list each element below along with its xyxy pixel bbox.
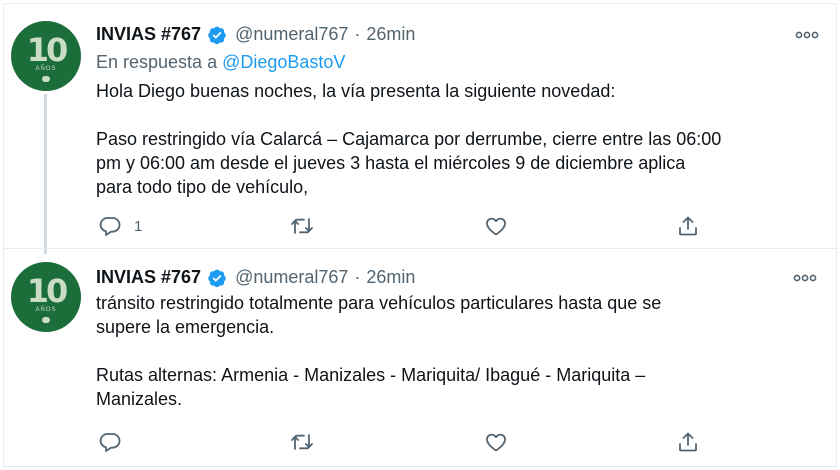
tweet-line: Manizales. [96, 389, 183, 409]
avatar[interactable]: 10 AÑOS [11, 262, 81, 332]
like-button[interactable] [484, 212, 508, 240]
more-dots-icon[interactable] [794, 28, 820, 42]
retweet-button[interactable] [290, 428, 314, 456]
reply-count: 1 [134, 217, 143, 235]
heart-icon [486, 433, 506, 452]
retweet-button[interactable] [290, 212, 314, 240]
tweet-line: supere la emergencia. [96, 317, 275, 337]
separator: · [354, 24, 361, 44]
share-icon [679, 216, 697, 236]
tweet-text: Hola Diego buenas noches, la vía present… [96, 79, 826, 199]
tweet-line: tránsito restringido totalmente para veh… [96, 293, 662, 313]
reply-icon [99, 433, 121, 452]
author-handle[interactable]: @numeral767 [235, 267, 348, 288]
tweet-header: INVIAS #767 @numeral767 · 26min [96, 24, 415, 45]
timestamp[interactable]: 26min [366, 267, 415, 288]
timestamp[interactable]: 26min [366, 24, 415, 45]
share-button[interactable] [676, 212, 700, 240]
reply-prefix: En respuesta a [96, 52, 218, 72]
reply-icon [99, 217, 121, 236]
verified-badge-icon [208, 269, 226, 287]
tweet-line: para todo tipo de vehículo, [96, 177, 309, 197]
more-dots-icon[interactable] [792, 271, 818, 285]
thread-line [44, 94, 47, 254]
avatar-logo-mark [42, 76, 50, 82]
avatar-logo-subtext: AÑOS [35, 66, 57, 72]
tweet-text: tránsito restringido totalmente para veh… [96, 291, 826, 411]
avatar-logo-mark [42, 317, 50, 323]
reply-context: En respuesta a @DiegoBastoV [96, 52, 345, 73]
tweet-header: INVIAS #767 @numeral767 · 26min [96, 267, 415, 288]
tweet-line: Paso restringido vía Calarcá – Cajamarca… [96, 129, 722, 149]
share-button[interactable] [676, 428, 700, 456]
tweet-1[interactable]: 10 AÑOS INVIAS #767 @numeral767 · 26min … [4, 4, 838, 254]
share-icon [679, 432, 697, 452]
tweet-actions: 1 [96, 212, 716, 240]
verified-badge-icon [208, 26, 226, 44]
reply-button[interactable]: 1 [98, 212, 142, 240]
tweet-line: Hola Diego buenas noches, la vía present… [96, 81, 616, 101]
separator: · [354, 267, 361, 287]
retweet-icon [291, 218, 313, 234]
timeline: 10 AÑOS INVIAS #767 @numeral767 · 26min … [3, 3, 838, 467]
avatar-logo-text: 10 [26, 31, 69, 69]
heart-icon [486, 217, 506, 236]
tweet-line: pm y 06:00 am desde el jueves 3 hasta el… [96, 153, 686, 173]
avatar-logo-subtext: AÑOS [35, 307, 57, 313]
author-name[interactable]: INVIAS #767 [96, 267, 201, 288]
tweet-actions [96, 428, 716, 456]
author-handle[interactable]: @numeral767 [235, 24, 348, 45]
tweet-line: Rutas alternas: Armenia - Manizales - Ma… [96, 365, 646, 385]
reply-button[interactable] [98, 428, 122, 456]
like-button[interactable] [484, 428, 508, 456]
avatar[interactable]: 10 AÑOS [11, 21, 81, 91]
avatar-logo-text: 10 [26, 272, 69, 310]
reply-mention-link[interactable]: @DiegoBastoV [222, 52, 345, 72]
retweet-icon [291, 434, 313, 450]
author-name[interactable]: INVIAS #767 [96, 24, 201, 45]
